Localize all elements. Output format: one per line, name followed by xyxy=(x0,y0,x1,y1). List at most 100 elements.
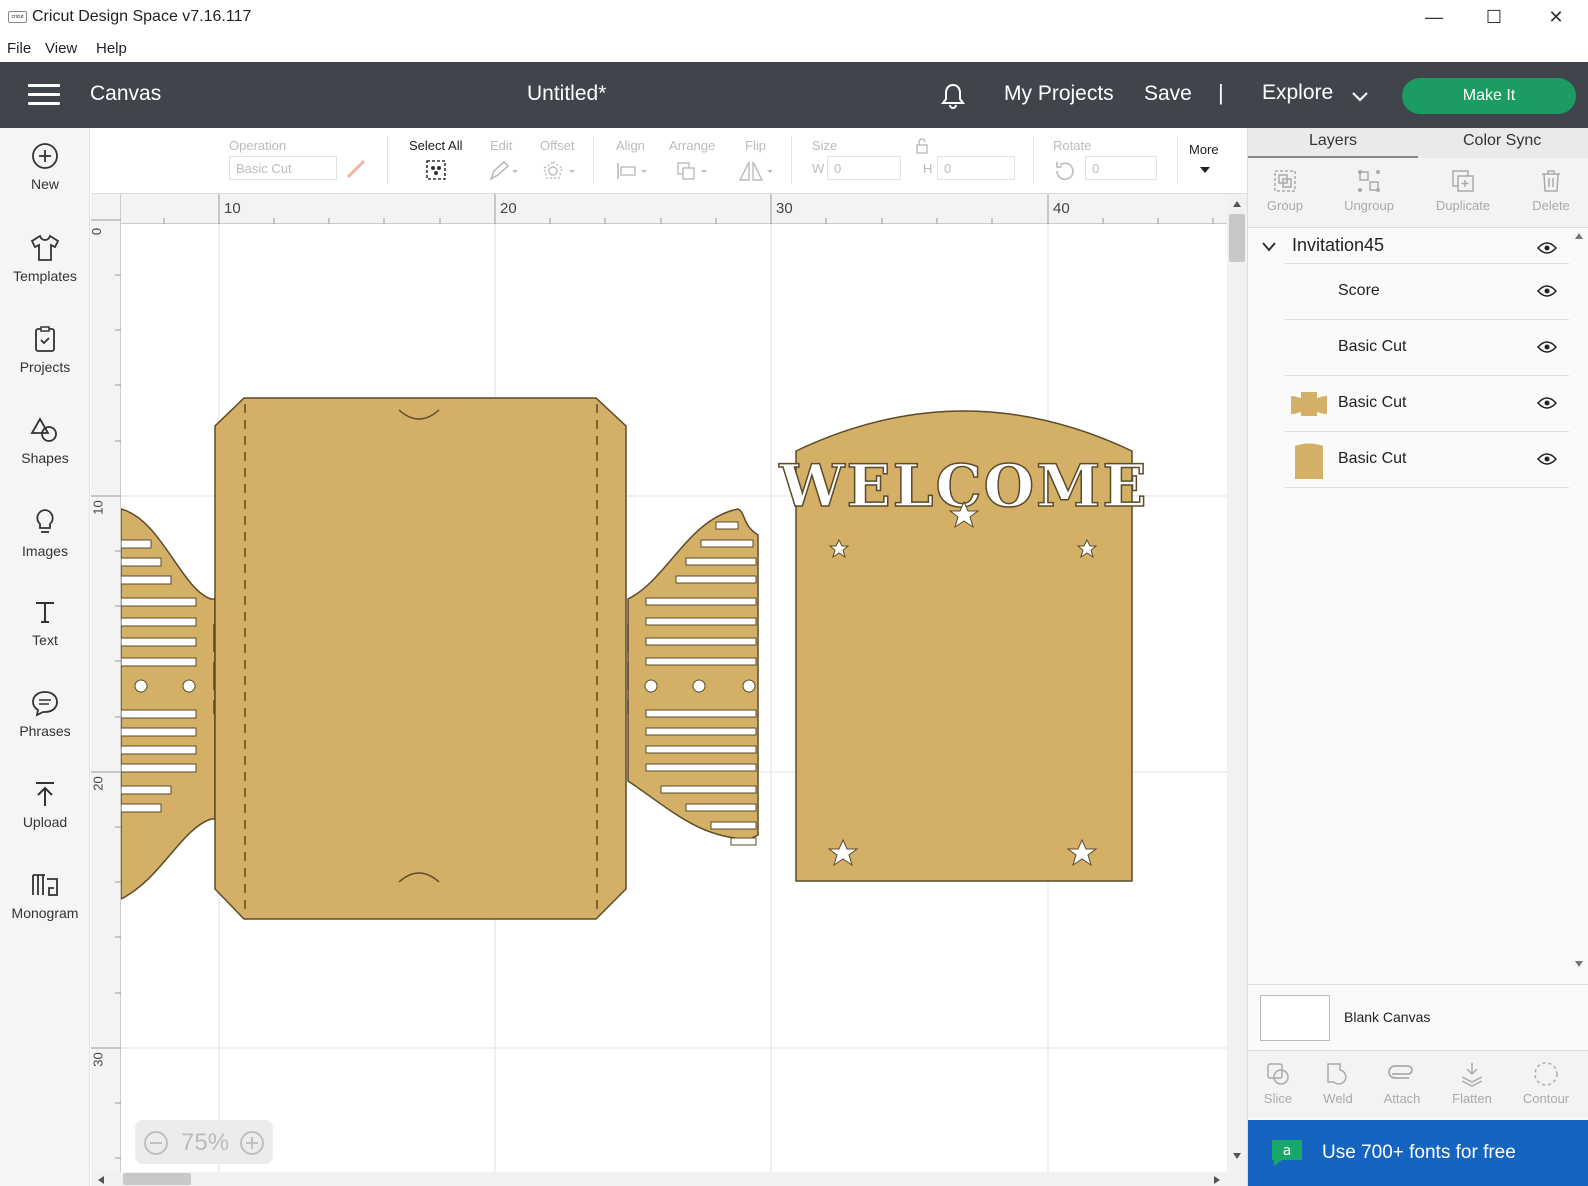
scroll-right-icon[interactable] xyxy=(1213,1175,1221,1185)
bell-icon[interactable] xyxy=(940,82,966,110)
width-label: W xyxy=(812,161,825,176)
rotate-input[interactable]: 0 xyxy=(1085,156,1157,180)
attach-button[interactable]: Attach xyxy=(1372,1061,1432,1106)
layer-group-row[interactable]: Invitation45 xyxy=(1248,228,1569,268)
edit-pencil-icon[interactable] xyxy=(488,160,518,182)
contour-button[interactable]: Contour xyxy=(1516,1061,1576,1106)
chevron-down-icon[interactable] xyxy=(1350,86,1370,106)
window-title: Cricut Design Space v7.16.117 xyxy=(32,8,252,25)
offset-icon[interactable] xyxy=(541,160,581,182)
group-label: Group xyxy=(1266,198,1304,213)
duplicate-button[interactable]: Duplicate xyxy=(1428,168,1498,213)
rotate-icon xyxy=(1056,162,1074,181)
document-title[interactable]: Untitled* xyxy=(527,82,606,106)
maximize-button[interactable]: ☐ xyxy=(1474,4,1514,30)
weld-label: Weld xyxy=(1323,1091,1353,1106)
nav-templates[interactable]: Templates xyxy=(0,234,90,314)
nav-monogram-label: Monogram xyxy=(11,905,79,921)
layer-name: Basic Cut xyxy=(1338,394,1407,411)
nav-projects-label: Projects xyxy=(19,359,71,375)
nav-projects[interactable]: Projects xyxy=(0,325,90,405)
save-button[interactable]: Save xyxy=(1144,82,1192,106)
blank-canvas-swatch[interactable] xyxy=(1260,995,1330,1041)
eye-icon[interactable] xyxy=(1537,284,1557,298)
chevron-down-icon[interactable] xyxy=(1262,242,1276,252)
flatten-button[interactable]: Flatten xyxy=(1442,1061,1502,1106)
align-label: Align xyxy=(616,138,645,153)
layer-item[interactable]: Score xyxy=(1285,264,1569,320)
edit-toolbar: Operation Basic Cut Select All Edit Offs… xyxy=(91,128,1247,194)
horizontal-scrollbar[interactable] xyxy=(91,1172,1247,1186)
nav-upload[interactable]: Upload xyxy=(0,780,90,860)
align-icon[interactable] xyxy=(615,160,655,182)
weld-icon xyxy=(1327,1063,1347,1085)
ruler-left-label: 30 xyxy=(91,1052,106,1067)
pen-color-icon[interactable] xyxy=(345,158,367,180)
explore-menu[interactable]: Explore xyxy=(1262,81,1333,105)
eye-icon[interactable] xyxy=(1537,396,1557,410)
horizontal-scroll-thumb[interactable] xyxy=(123,1173,191,1185)
make-it-button[interactable]: Make It xyxy=(1402,78,1576,114)
nav-shapes[interactable]: Shapes xyxy=(0,416,90,496)
scroll-left-icon[interactable] xyxy=(97,1175,105,1185)
more-label[interactable]: More xyxy=(1189,142,1219,157)
menu-help[interactable]: Help xyxy=(96,40,127,57)
fonts-promo-banner[interactable]: a Use 700+ fonts for free xyxy=(1248,1120,1588,1186)
scroll-up-icon[interactable] xyxy=(1232,200,1242,208)
nav-text[interactable]: Text xyxy=(0,598,90,678)
contour-icon xyxy=(1534,1062,1558,1086)
minimize-button[interactable]: — xyxy=(1414,4,1454,30)
eye-icon[interactable] xyxy=(1537,340,1557,354)
design-objects[interactable]: WELCOME xyxy=(121,224,1227,1172)
design-canvas[interactable]: 10 20 30 40 0 10 20 30 xyxy=(91,194,1227,1172)
width-input[interactable]: 0 xyxy=(827,156,901,180)
promo-badge-icon: a xyxy=(1272,1140,1302,1166)
select-all-icon[interactable] xyxy=(424,158,448,182)
ungroup-button[interactable]: Ungroup xyxy=(1334,168,1404,213)
vertical-scroll-thumb[interactable] xyxy=(1229,214,1245,262)
nav-phrases[interactable]: Phrases xyxy=(0,689,90,769)
layer-item[interactable]: Basic Cut xyxy=(1285,376,1569,432)
height-input[interactable]: 0 xyxy=(937,156,1015,180)
nav-monogram[interactable]: Monogram xyxy=(0,871,90,951)
center-panel-shape xyxy=(214,397,627,920)
height-label: H xyxy=(923,161,933,176)
bottom-tools: Slice Weld Attach Flatten Contour xyxy=(1248,1050,1588,1118)
toolbar-divider xyxy=(387,136,388,184)
rotate-value: 0 xyxy=(1092,161,1100,176)
nav-new[interactable]: New xyxy=(0,142,90,222)
panel-scroll-down-icon[interactable] xyxy=(1574,960,1584,968)
layer-item[interactable]: Basic Cut xyxy=(1285,320,1569,376)
eye-icon[interactable] xyxy=(1537,241,1557,255)
lock-icon[interactable] xyxy=(915,138,929,154)
arrange-icon[interactable] xyxy=(675,160,715,182)
group-button[interactable]: Group xyxy=(1250,168,1320,213)
weld-button[interactable]: Weld xyxy=(1308,1061,1368,1106)
ruler-left-label: 20 xyxy=(91,776,106,791)
panel-scroll-up-icon[interactable] xyxy=(1574,232,1584,240)
zoom-out-icon[interactable] xyxy=(143,1130,169,1156)
operation-dropdown[interactable]: Basic Cut xyxy=(229,156,337,180)
scroll-down-icon[interactable] xyxy=(1232,1152,1242,1160)
tab-color-sync[interactable]: Color Sync xyxy=(1463,132,1541,150)
eye-icon[interactable] xyxy=(1537,452,1557,466)
my-projects-link[interactable]: My Projects xyxy=(1004,82,1114,106)
caret-down-icon[interactable] xyxy=(1199,166,1211,174)
flip-icon[interactable] xyxy=(737,160,777,182)
panel-tabs: Layers Color Sync xyxy=(1248,128,1588,158)
delete-button[interactable]: Delete xyxy=(1516,168,1586,213)
menu-view[interactable]: View xyxy=(45,40,77,57)
blank-canvas-label: Blank Canvas xyxy=(1344,1009,1431,1025)
nav-text-label: Text xyxy=(32,632,58,648)
layer-item[interactable]: Basic Cut xyxy=(1285,432,1569,488)
slice-button[interactable]: Slice xyxy=(1248,1061,1308,1106)
menu-file[interactable]: File xyxy=(7,40,31,57)
vertical-scrollbar[interactable] xyxy=(1227,194,1247,1172)
blank-canvas-row[interactable]: Blank Canvas xyxy=(1248,984,1588,1050)
nav-images[interactable]: Images xyxy=(0,507,90,587)
speech-bubble-icon xyxy=(32,691,58,717)
tab-layers[interactable]: Layers xyxy=(1309,132,1357,150)
hamburger-menu-icon[interactable] xyxy=(28,84,60,106)
close-window-button[interactable]: ✕ xyxy=(1536,4,1576,30)
zoom-in-icon[interactable] xyxy=(239,1130,265,1156)
